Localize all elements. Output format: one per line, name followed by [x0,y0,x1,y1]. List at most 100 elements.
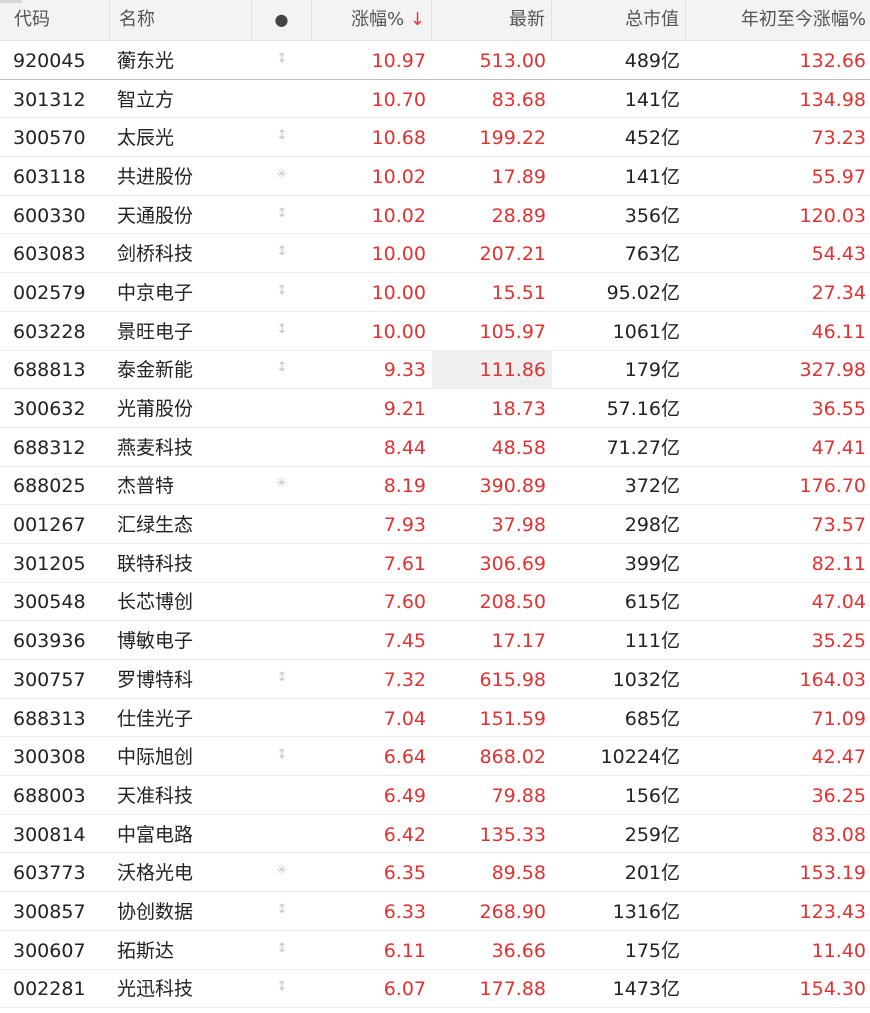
market-cap: 399亿 [624,552,680,575]
last-price: 868.02 [479,746,546,769]
table-row[interactable]: 603228 景旺电子 ↕ 10.00 105.97 1061亿 46.11 [0,312,870,351]
ytd-change-pct: 73.57 [811,514,866,537]
table-row[interactable]: 300548 长芯博创 7.60 208.50 615亿 47.04 [0,583,870,622]
mark-icon: ↕ [276,282,288,298]
market-cap: 298亿 [624,514,680,537]
last-price: 199.22 [479,127,546,150]
stock-code: 001267 [13,514,86,537]
col-header-code-label: 代码 [14,9,50,30]
stock-code: 301205 [13,552,86,575]
stock-name: 杰普特 [117,475,175,498]
ytd-change-pct: 47.04 [811,591,866,614]
stock-name: 剑桥科技 [117,243,194,266]
mark-icon [252,699,312,737]
col-header-last[interactable]: 最新 [432,0,552,40]
change-pct: 7.60 [383,591,426,614]
change-pct: 7.61 [383,552,426,575]
ytd-change-pct: 71.09 [811,707,866,730]
market-cap: 259亿 [624,823,680,846]
table-row[interactable]: 920045 蘅东光 ↕ 10.97 513.00 489亿 132.66 [0,41,870,80]
table-row[interactable]: 001267 汇绿生态 7.93 37.98 298亿 73.57 [0,505,870,544]
table-row[interactable]: 688003 天准科技 6.49 79.88 156亿 36.25 [0,776,870,815]
ytd-change-pct: 54.43 [811,243,866,266]
market-cap: 685亿 [624,707,680,730]
col-header-ytd-pct[interactable]: 年初至今涨幅% [686,0,870,40]
col-header-name-label: 名称 [119,9,155,30]
last-price: 36.66 [491,939,546,962]
mark-icon: ↕ [276,940,288,956]
stock-name: 沃格光电 [117,862,194,885]
change-pct: 10.00 [371,320,426,343]
table-row[interactable]: 301312 智立方 10.70 83.68 141亿 134.98 [0,80,870,119]
table-row[interactable]: 300757 罗博特科 ↕ 7.32 615.98 1032亿 164.03 [0,660,870,699]
change-pct: 7.93 [383,514,426,537]
table-row[interactable]: 603936 博敏电子 7.45 17.17 111亿 35.25 [0,621,870,660]
table-row[interactable]: 002281 光迅科技 ↕ 6.07 177.88 1473亿 154.30 [0,970,870,1009]
col-header-mark[interactable]: ● [252,0,312,40]
stock-name: 仕佳光子 [117,707,194,730]
change-pct: 10.02 [371,204,426,227]
ytd-change-pct: 154.30 [799,978,866,1001]
change-pct: 8.19 [383,475,426,498]
stock-code: 920045 [13,49,86,72]
ytd-change-pct: 123.43 [799,900,866,923]
col-header-code[interactable]: 代码 [0,0,110,40]
table-body: 920045 蘅东光 ↕ 10.97 513.00 489亿 132.66 301312 智立方… [0,41,870,1009]
table-row[interactable]: 603118 共进股份 ✳ 10.02 17.89 141亿 55.97 [0,157,870,196]
stock-name: 汇绿生态 [117,514,194,537]
stock-code: 600330 [13,204,86,227]
last-price: 208.50 [479,591,546,614]
stock-name: 罗博特科 [117,668,194,691]
table-row[interactable]: 300308 中际旭创 ↕ 6.64 868.02 10224亿 42.47 [0,737,870,777]
table-row[interactable]: 300632 光莆股份 9.21 18.73 57.16亿 36.55 [0,389,870,428]
change-pct: 6.42 [383,823,426,846]
stock-code: 300308 [13,746,86,769]
market-cap: 57.16亿 [606,398,680,421]
col-header-name[interactable]: 名称 [110,0,252,40]
table-row[interactable]: 603773 沃格光电 ✳ 6.35 89.58 201亿 153.19 [0,853,870,893]
last-price: 151.59 [479,707,546,730]
stock-code: 300548 [13,591,86,614]
ytd-change-pct: 36.55 [811,398,866,421]
mark-icon: ✳ [276,476,288,492]
table-row[interactable]: 600330 天通股份 ↕ 10.02 28.89 356亿 120.03 [0,196,870,235]
mark-icon: ↕ [276,669,288,685]
col-header-ytd-pct-label: 年初至今涨幅% [740,9,866,30]
market-cap: 175亿 [624,939,680,962]
table-row[interactable]: 300607 拓斯达 ↕ 6.11 36.66 175亿 11.40 [0,931,870,970]
stock-name: 天通股份 [117,204,194,227]
col-header-change-pct[interactable]: 涨幅% ↓ [312,0,432,40]
last-price: 513.00 [479,49,546,72]
last-price: 83.68 [491,88,546,111]
last-price: 28.89 [491,204,546,227]
stock-name: 智立方 [117,88,175,111]
table-row[interactable]: 688025 杰普特 ✳ 8.19 390.89 372亿 176.70 [0,467,870,506]
ytd-change-pct: 120.03 [799,204,866,227]
table-row[interactable]: 688313 仕佳光子 7.04 151.59 685亿 71.09 [0,699,870,738]
market-cap: 156亿 [624,784,680,807]
stock-code: 300632 [13,398,86,421]
mark-icon [252,80,312,118]
market-cap: 201亿 [624,862,680,885]
stock-name: 燕麦科技 [117,436,194,459]
col-header-market-cap[interactable]: 总市值 [552,0,686,40]
table-row[interactable]: 603083 剑桥科技 ↕ 10.00 207.21 763亿 54.43 [0,234,870,274]
table-row[interactable]: 688312 燕麦科技 8.44 48.58 71.27亿 47.41 [0,428,870,467]
table-row[interactable]: 300857 协创数据 ↕ 6.33 268.90 1316亿 123.43 [0,892,870,931]
stock-code: 603773 [13,862,86,885]
last-price: 615.98 [479,668,546,691]
table-row[interactable]: 002579 中京电子 ↕ 10.00 15.51 95.02亿 27.34 [0,273,870,312]
last-price: 111.86 [432,350,552,389]
change-pct: 6.33 [383,900,426,923]
stock-code: 300757 [13,668,86,691]
table-row[interactable]: 688813 泰金新能 ↕ 9.33 111.86 179亿 327.98 [0,350,870,390]
table-row[interactable]: 300814 中富电路 6.42 135.33 259亿 83.08 [0,815,870,854]
last-price: 17.17 [491,630,546,653]
mark-icon [252,428,312,466]
table-row[interactable]: 300570 太辰光 ↕ 10.68 199.22 452亿 73.23 [0,118,870,158]
mark-icon: ↕ [276,360,288,376]
last-price: 48.58 [491,436,546,459]
mark-icon [252,544,312,582]
table-row[interactable]: 301205 联特科技 7.61 306.69 399亿 82.11 [0,544,870,583]
stock-code: 688025 [13,475,86,498]
